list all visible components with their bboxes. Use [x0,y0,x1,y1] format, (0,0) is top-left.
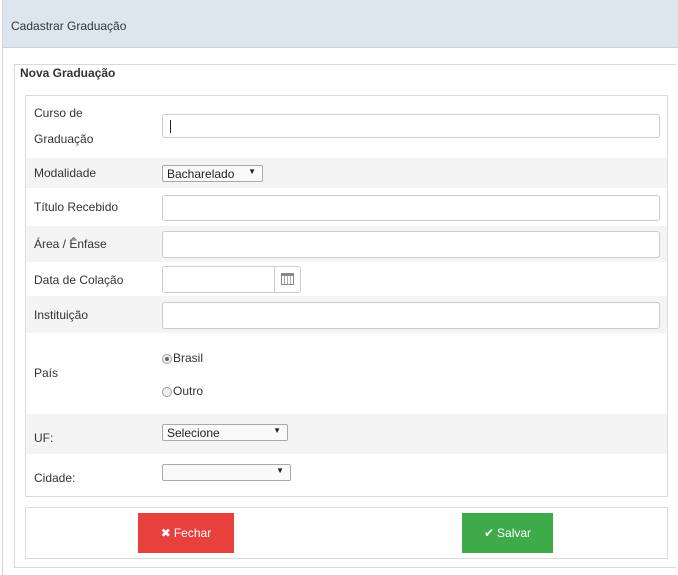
radio-outro[interactable] [162,387,172,397]
radio-outro-label: Outro [173,384,204,398]
radio-brasil-label: Brasil [173,351,204,365]
row-titulo: Título Recebido [26,188,667,226]
uf-select[interactable]: Selecione ▼ [162,424,288,441]
instituicao-input[interactable] [162,302,660,329]
curso-label-line1: Curso de [34,106,83,120]
dropdown-arrow-icon: ▼ [276,466,284,475]
button-bar: ✖ Fechar ✔ Salvar [25,507,668,559]
area-input[interactable] [162,231,660,258]
save-button[interactable]: ✔ Salvar [462,513,553,553]
modalidade-value: Bacharelado [167,167,235,181]
radio-option-outro[interactable]: Outro [162,384,203,398]
uf-value: Selecione [167,426,220,440]
row-area: Área / Ênfase [26,226,667,262]
row-curso: Curso de Graduação [26,96,667,152]
area-label: Área / Ênfase [34,237,107,251]
dropdown-arrow-icon: ▼ [273,426,281,435]
section-legend: Nova Graduação [15,66,121,80]
save-button-label: Salvar [497,526,532,540]
titulo-label: Título Recebido [34,200,119,214]
x-icon: ✖ [160,526,171,540]
pais-label: País [34,366,59,380]
check-icon: ✔ [483,526,495,540]
modalidade-label: Modalidade [34,166,97,180]
title-bar: Cadastrar Graduação [3,0,678,48]
cidade-label: Cidade: [34,471,76,485]
text-caret [170,120,171,133]
uf-label: UF: [34,431,54,445]
calendar-icon [281,273,294,285]
row-uf: UF: Selecione ▼ [26,414,667,454]
curso-label-line2: Graduação [34,132,94,146]
data-label: Data de Colação [34,273,124,287]
date-picker-button[interactable] [274,266,301,293]
row-modalidade: Modalidade Bacharelado ▼ [26,158,667,188]
curso-input[interactable] [162,114,660,138]
window-title: Cadastrar Graduação [11,19,127,33]
data-colacao-input[interactable] [162,266,274,293]
close-button-label: Fechar [173,526,212,540]
radio-option-brasil[interactable]: Brasil [162,351,203,365]
cidade-select[interactable]: ▼ [162,464,291,481]
radio-brasil[interactable] [162,354,172,364]
instituicao-label: Instituição [34,308,89,322]
row-data: Data de Colação [26,262,667,296]
row-cidade: Cidade: ▼ [26,454,667,496]
titulo-input[interactable] [162,195,660,221]
form-area: Curso de Graduação Modalidade Bacharelad… [25,95,668,497]
row-instituicao: Instituição [26,296,667,333]
modalidade-select[interactable]: Bacharelado ▼ [162,165,263,182]
close-button[interactable]: ✖ Fechar [138,513,234,553]
row-pais: País Brasil Outro [26,333,667,414]
dropdown-arrow-icon: ▼ [248,167,256,176]
